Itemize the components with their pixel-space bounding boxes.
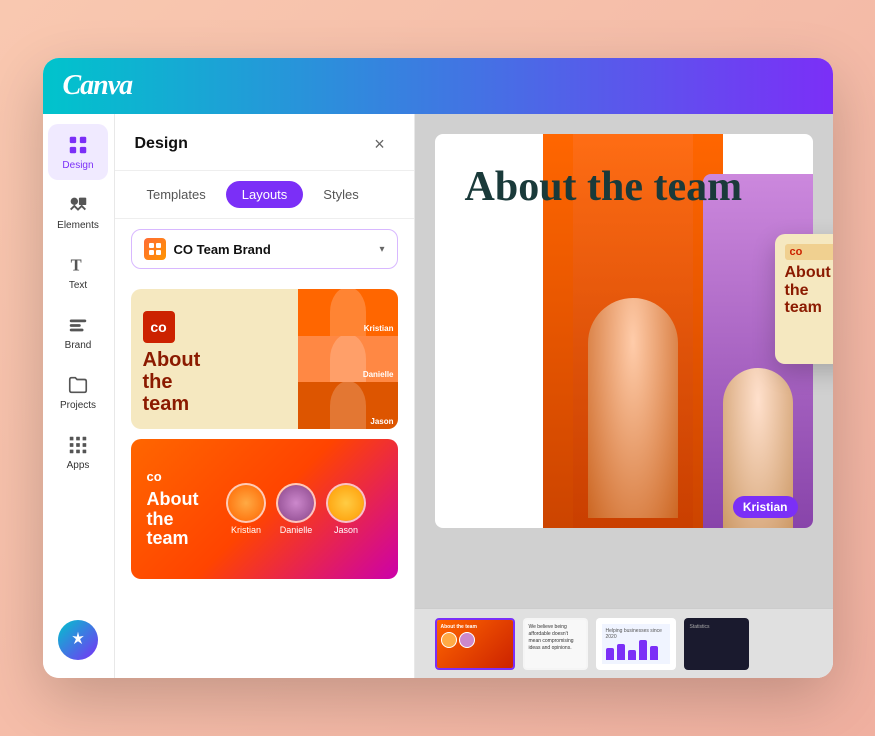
about-text-1: Abouttheteam	[143, 349, 286, 415]
floating-card-inner: co Abouttheteam	[785, 244, 833, 354]
sidebar-label-apps: Apps	[67, 460, 90, 471]
topbar: Canva	[43, 58, 833, 114]
magic-button[interactable]	[58, 620, 98, 660]
thumbnail-strip: About the team We believe being affordab…	[415, 608, 833, 678]
sidebar: Design Elements T Text	[43, 114, 115, 678]
brand-selector[interactable]: CO Team Brand ▾	[131, 229, 398, 269]
sidebar-item-apps[interactable]: Apps	[48, 424, 108, 480]
slide-text-area: About the team	[465, 164, 783, 210]
thumb-4-text: Statistics	[690, 624, 743, 631]
template-card-2[interactable]: co Abouttheteam Kristian	[131, 439, 398, 579]
co-logo-1: co	[143, 311, 175, 343]
app-window: Canva Design	[43, 58, 833, 678]
card-right-1: Kristian Danielle Jason	[298, 289, 398, 429]
brand-icon-badge	[144, 238, 166, 260]
sidebar-item-projects[interactable]: Projects	[48, 364, 108, 420]
thumb-2-content: We believe being affordable doesn't mean…	[525, 620, 586, 668]
card2-avatars-group: Kristian Danielle Jason	[210, 483, 381, 535]
round-avatar-danielle	[276, 483, 316, 523]
panel-tabs: Templates Layouts Styles	[115, 171, 414, 219]
sidebar-item-text[interactable]: T Text	[48, 244, 108, 300]
thumb-4-content: Statistics	[686, 620, 747, 668]
sidebar-label-elements: Elements	[57, 220, 99, 231]
canvas-area: About the team Kr	[415, 114, 833, 678]
svg-text:T: T	[71, 256, 82, 275]
elements-icon	[66, 193, 90, 217]
sidebar-item-design[interactable]: Design	[48, 124, 108, 180]
projects-icon	[66, 373, 90, 397]
slide-title: About the team	[465, 164, 783, 210]
canva-logo: Canva	[63, 70, 133, 102]
main-area: Design Elements T Text	[43, 114, 833, 678]
avatar-group-jason: Jason	[326, 483, 366, 535]
templates-grid: co Abouttheteam Kristian	[115, 279, 414, 678]
avatar-name-kristian: Kristian	[231, 525, 261, 535]
thumbnail-1[interactable]: About the team	[435, 618, 515, 670]
panel-header: Design ×	[115, 114, 414, 171]
thumb-2-text: We believe being affordable doesn't mean…	[529, 624, 582, 652]
thumb-1-content: About the team	[437, 620, 513, 668]
canvas-content: About the team Kr	[415, 114, 833, 608]
tab-styles[interactable]: Styles	[307, 181, 374, 208]
tab-layouts[interactable]: Layouts	[226, 181, 304, 208]
round-avatar-kristian	[226, 483, 266, 523]
thumb-3-content: Helping businesses since 2020	[602, 624, 670, 664]
design-panel: Design × Templates Layouts Styles CO T	[115, 114, 415, 678]
card2-co-logo: co	[147, 469, 199, 484]
person-label-jason: Jason	[370, 417, 393, 426]
sidebar-item-elements[interactable]: Elements	[48, 184, 108, 240]
card2-left: co Abouttheteam	[147, 469, 199, 549]
floating-card-about: Abouttheteam	[785, 264, 833, 317]
person-slot-danielle: Danielle	[298, 336, 398, 383]
design-icon	[66, 133, 90, 157]
sidebar-item-brand[interactable]: Brand	[48, 304, 108, 360]
avatar-group-kristian: Kristian	[226, 483, 266, 535]
round-avatar-jason	[326, 483, 366, 523]
brand-name-label: CO Team Brand	[174, 242, 372, 257]
sidebar-label-design: Design	[62, 160, 93, 171]
thumbnail-4[interactable]: Statistics	[684, 618, 749, 670]
avatar-name-jason: Jason	[334, 525, 358, 535]
apps-icon	[66, 433, 90, 457]
floating-card-co: co	[785, 244, 833, 260]
sidebar-label-projects: Projects	[60, 400, 96, 411]
close-button[interactable]: ×	[366, 130, 394, 158]
card2-about-text: Abouttheteam	[147, 490, 199, 549]
person-slot-kristian: Kristian	[298, 289, 398, 336]
sidebar-label-brand: Brand	[65, 340, 92, 351]
tab-templates[interactable]: Templates	[131, 181, 222, 208]
panel-title: Design	[135, 135, 188, 153]
avatar-group-danielle: Danielle	[276, 483, 316, 535]
chevron-down-icon: ▾	[379, 244, 384, 255]
person-slot-jason: Jason	[298, 382, 398, 429]
template-card-1[interactable]: co Abouttheteam Kristian	[131, 289, 398, 429]
floating-card: co Abouttheteam	[775, 234, 833, 364]
kristian-tooltip: Kristian	[733, 496, 798, 518]
thumbnail-3[interactable]: Helping businesses since 2020	[596, 618, 676, 670]
main-slide[interactable]: About the team Kr	[435, 134, 813, 528]
thumb-avatars	[441, 632, 509, 648]
bar-chart	[606, 640, 666, 660]
thumbnail-2[interactable]: We believe being affordable doesn't mean…	[523, 618, 588, 670]
card-left-1: co Abouttheteam	[131, 289, 298, 429]
sidebar-label-text: Text	[69, 280, 87, 291]
person-label-danielle: Danielle	[363, 370, 394, 379]
person-label-kristian: Kristian	[364, 324, 394, 333]
brand-icon	[66, 313, 90, 337]
avatar-name-danielle: Danielle	[280, 525, 313, 535]
text-icon: T	[66, 253, 90, 277]
